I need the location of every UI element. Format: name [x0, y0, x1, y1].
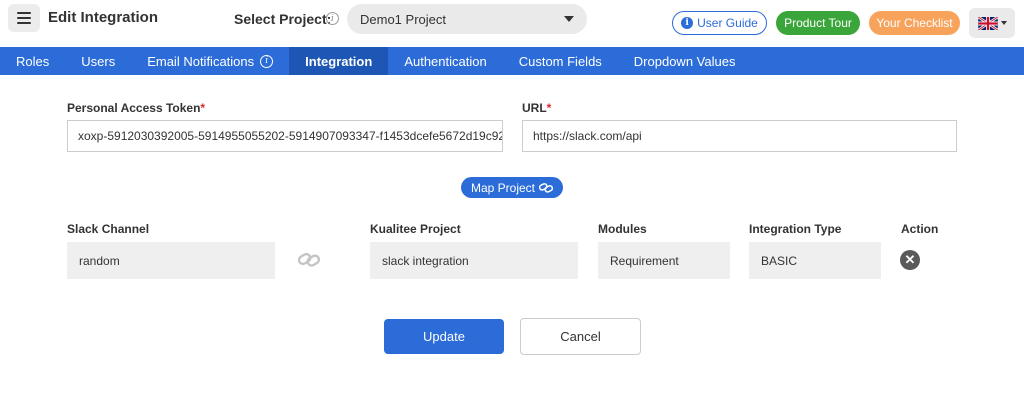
user-guide-label: User Guide — [697, 16, 758, 30]
chevron-down-icon — [1000, 21, 1007, 25]
page-title: Edit Integration — [48, 9, 158, 26]
chevron-down-icon — [564, 16, 574, 22]
required-marker: * — [546, 101, 552, 115]
integration-type-header: Integration Type — [749, 222, 842, 236]
url-input[interactable]: https://slack.com/api — [522, 120, 957, 152]
slack-channel-header: Slack Channel — [67, 222, 150, 236]
link-icon — [298, 252, 320, 267]
language-selector[interactable] — [969, 8, 1015, 38]
map-project-button[interactable]: Map Project — [461, 177, 563, 198]
kualitee-project-field[interactable]: slack integration — [370, 242, 578, 279]
tab-custom-fields[interactable]: Custom Fields — [503, 47, 618, 75]
slack-channel-field[interactable]: random — [67, 242, 275, 279]
remove-mapping-close-icon[interactable]: ✕ — [900, 250, 920, 270]
checklist-button[interactable]: Your Checklist — [869, 11, 960, 35]
user-guide-button[interactable]: i User Guide — [672, 11, 767, 35]
info-circle-icon: i — [681, 17, 694, 29]
modules-field[interactable]: Requirement — [598, 242, 730, 279]
tab-label: Email Notifications — [147, 53, 255, 69]
tab-dropdown-values[interactable]: Dropdown Values — [618, 47, 752, 75]
kualitee-project-header: Kualitee Project — [370, 222, 461, 236]
token-label: Personal Access Token* — [67, 101, 205, 115]
tab-email-notifications[interactable]: Email Notifications i — [131, 47, 289, 75]
tab-integration[interactable]: Integration — [289, 47, 389, 75]
info-icon: i — [260, 54, 274, 68]
tab-roles[interactable]: Roles — [0, 47, 65, 75]
url-label-text: URL — [522, 101, 547, 115]
product-tour-button[interactable]: Product Tour — [776, 11, 860, 35]
uk-flag-icon — [977, 16, 998, 30]
update-button[interactable]: Update — [384, 319, 504, 354]
header: Edit Integration Select Project: i Demo1… — [0, 0, 1024, 47]
tab-users[interactable]: Users — [65, 47, 131, 75]
modules-header: Modules — [598, 222, 647, 236]
token-label-text: Personal Access Token — [67, 101, 201, 115]
select-project-label: Select Project: — [234, 11, 332, 27]
cancel-button[interactable]: Cancel — [520, 318, 641, 355]
required-marker: * — [200, 101, 206, 115]
project-select[interactable]: Demo1 Project — [347, 4, 587, 34]
link-icon — [539, 182, 554, 193]
tab-authentication[interactable]: Authentication — [388, 47, 502, 75]
info-icon[interactable]: i — [326, 12, 339, 25]
map-project-label: Map Project — [470, 180, 536, 195]
integration-type-field[interactable]: BASIC — [749, 242, 881, 279]
selected-project-value: Demo1 Project — [360, 11, 446, 27]
token-input[interactable]: xoxp-5912030392005-5914955055202-5914907… — [67, 120, 503, 152]
settings-tabs: Roles Users Email Notifications i Integr… — [0, 47, 1024, 75]
url-label: URL* — [522, 101, 551, 115]
action-header: Action — [901, 222, 939, 236]
hamburger-menu-icon[interactable] — [8, 4, 40, 32]
